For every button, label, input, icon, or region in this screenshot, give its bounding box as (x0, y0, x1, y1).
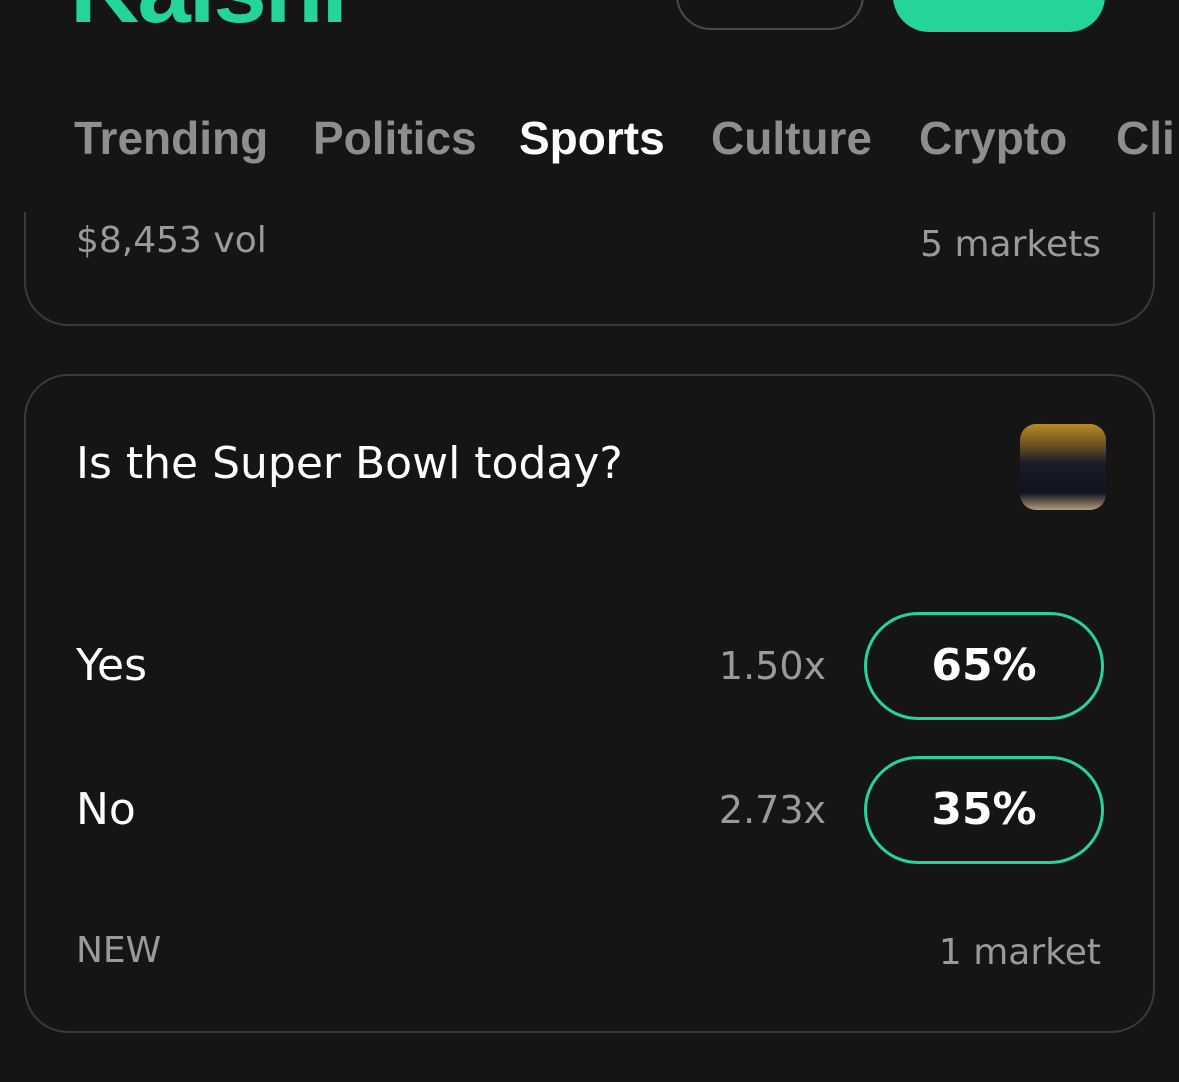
tab-climate[interactable]: Cli (1116, 110, 1175, 166)
outcome-label-no: No (76, 784, 136, 835)
tab-crypto[interactable]: Crypto (919, 110, 1067, 166)
market-card[interactable]: Is the Super Bowl today? Yes 1.50x 65% N… (24, 374, 1155, 1033)
kalshi-logo[interactable]: Kalshi (70, 0, 348, 38)
category-nav: Trending Politics Sports Culture Crypto … (0, 110, 1179, 172)
payout-multiplier-no: 2.73x (718, 788, 826, 832)
payout-multiplier-yes: 1.50x (718, 644, 826, 688)
tab-culture[interactable]: Culture (711, 110, 872, 166)
market-thumbnail (1020, 424, 1106, 510)
tab-trending[interactable]: Trending (74, 110, 268, 166)
no-percent-button[interactable]: 35% (864, 756, 1104, 864)
markets-count: 1 market (938, 932, 1101, 973)
login-button[interactable] (676, 0, 864, 30)
tab-sports[interactable]: Sports (519, 110, 665, 166)
volume-text: $8,453 vol (76, 220, 267, 261)
yes-percent-button[interactable]: 65% (864, 612, 1104, 720)
market-question[interactable]: Is the Super Bowl today? (76, 438, 623, 489)
markets-count: 5 markets (920, 224, 1101, 265)
header: Kalshi (0, 0, 1179, 40)
signup-button[interactable] (893, 0, 1105, 32)
outcome-label-yes: Yes (76, 640, 148, 691)
status-badge: NEW (76, 930, 162, 971)
tab-politics[interactable]: Politics (313, 110, 477, 166)
